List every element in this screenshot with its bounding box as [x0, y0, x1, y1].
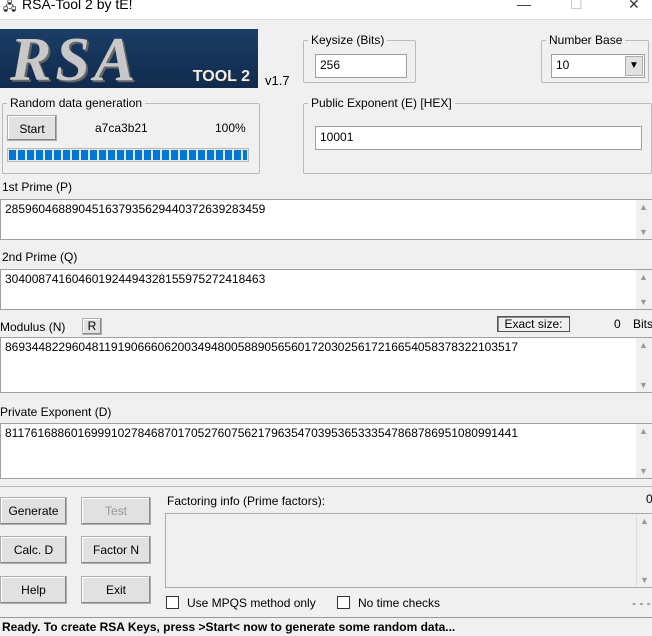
scroll-down-icon[interactable]: ▼: [639, 227, 648, 237]
prime-p-scrollbar[interactable]: ▲ ▼: [636, 200, 652, 239]
factor-n-button[interactable]: Factor N: [81, 536, 151, 564]
logo-subtext: TOOL 2: [192, 68, 250, 85]
app-icon: 🖧: [3, 0, 17, 13]
minimize-button[interactable]: —: [517, 0, 531, 12]
logo-text: RSA: [10, 29, 140, 88]
scroll-up-icon[interactable]: ▲: [639, 202, 648, 212]
scroll-up-icon[interactable]: ▲: [639, 272, 648, 282]
prime-q-value: 304008741604601924494328155975272418463: [5, 272, 266, 286]
scroll-down-icon[interactable]: ▼: [639, 380, 648, 390]
prime-q-label: 2nd Prime (Q): [2, 250, 78, 264]
exact-size-label: Exact size:: [497, 316, 570, 332]
help-button[interactable]: Help: [0, 576, 67, 604]
no-time-label: No time checks: [358, 596, 441, 610]
title-bar: 🖧 RSA-Tool 2 by tE! — ☐ ✕: [0, 0, 652, 20]
status-bar: Ready. To create RSA Keys, press >Start<…: [0, 617, 652, 636]
private-exponent-value: 8117616886016999102784687017052760756217…: [5, 426, 518, 440]
modulus-r-button[interactable]: R: [82, 318, 102, 335]
bits-label: Bits: [633, 317, 652, 331]
factoring-info-box[interactable]: ▲ ▼: [165, 513, 652, 588]
prime-q-scrollbar[interactable]: ▲ ▼: [636, 270, 652, 309]
public-exponent-input[interactable]: 10001: [315, 126, 642, 150]
test-button[interactable]: Test: [81, 497, 151, 525]
mpqs-label: Use MPQS method only: [187, 596, 316, 610]
random-hash: a7ca3b21: [95, 121, 148, 135]
number-base-value: 10: [556, 58, 570, 72]
keysize-legend: Keysize (Bits): [311, 33, 385, 47]
close-button[interactable]: ✕: [628, 0, 640, 13]
keysize-input[interactable]: 256: [315, 54, 407, 78]
exact-size-value: 0: [614, 317, 621, 331]
scroll-down-icon[interactable]: ▼: [640, 575, 649, 585]
private-exponent-label: Private Exponent (D): [0, 405, 112, 419]
modulus-value: 8693448229604811919066606200349480058890…: [5, 340, 518, 354]
random-data-legend: Random data generation: [10, 96, 143, 110]
chevron-down-icon[interactable]: ▼: [625, 56, 643, 76]
progress-fill: [9, 150, 247, 160]
prime-q-field[interactable]: 304008741604601924494328155975272418463 …: [0, 269, 652, 310]
factoring-dashes: - - -: [632, 596, 651, 610]
private-exponent-scrollbar[interactable]: ▲ ▼: [636, 424, 652, 478]
no-time-checkbox[interactable]: [337, 596, 350, 609]
mpqs-checkbox[interactable]: [166, 596, 179, 609]
modulus-scrollbar[interactable]: ▲ ▼: [636, 338, 652, 392]
private-exponent-field[interactable]: 8117616886016999102784687017052760756217…: [0, 423, 652, 479]
window-title: RSA-Tool 2 by tE!: [22, 0, 133, 12]
calc-d-button[interactable]: Calc. D: [0, 536, 67, 564]
version-label: v1.7: [265, 73, 290, 88]
scroll-up-icon[interactable]: ▲: [639, 340, 648, 350]
maximize-button[interactable]: ☐: [570, 0, 583, 13]
rsa-logo: RSA TOOL 2: [0, 29, 258, 88]
scroll-up-icon[interactable]: ▲: [640, 516, 649, 526]
scroll-down-icon[interactable]: ▼: [639, 297, 648, 307]
modulus-field[interactable]: 8693448229604811919066606200349480058890…: [0, 337, 652, 393]
public-exponent-legend: Public Exponent (E) [HEX]: [311, 96, 452, 110]
start-button[interactable]: Start: [7, 115, 57, 141]
factoring-label: Factoring info (Prime factors):: [167, 494, 326, 508]
factoring-scrollbar[interactable]: ▲ ▼: [636, 514, 652, 587]
number-base-legend: Number Base: [549, 33, 623, 47]
scroll-up-icon[interactable]: ▲: [639, 426, 648, 436]
factoring-count: 0: [646, 492, 652, 506]
random-progress-bar: [7, 148, 249, 162]
exit-button[interactable]: Exit: [81, 576, 151, 604]
modulus-label: Modulus (N): [0, 320, 66, 334]
generate-button[interactable]: Generate: [0, 497, 67, 525]
prime-p-field[interactable]: 28596046889045163793562944037263928345​9…: [0, 199, 652, 240]
scroll-down-icon[interactable]: ▼: [639, 466, 648, 476]
prime-p-value: 28596046889045163793562944037263928345​9: [5, 202, 266, 216]
number-base-select[interactable]: 10 ▼: [551, 54, 645, 78]
prime-p-label: 1st Prime (P): [2, 180, 73, 194]
divider: [0, 486, 652, 487]
random-percent: 100%: [215, 121, 246, 135]
